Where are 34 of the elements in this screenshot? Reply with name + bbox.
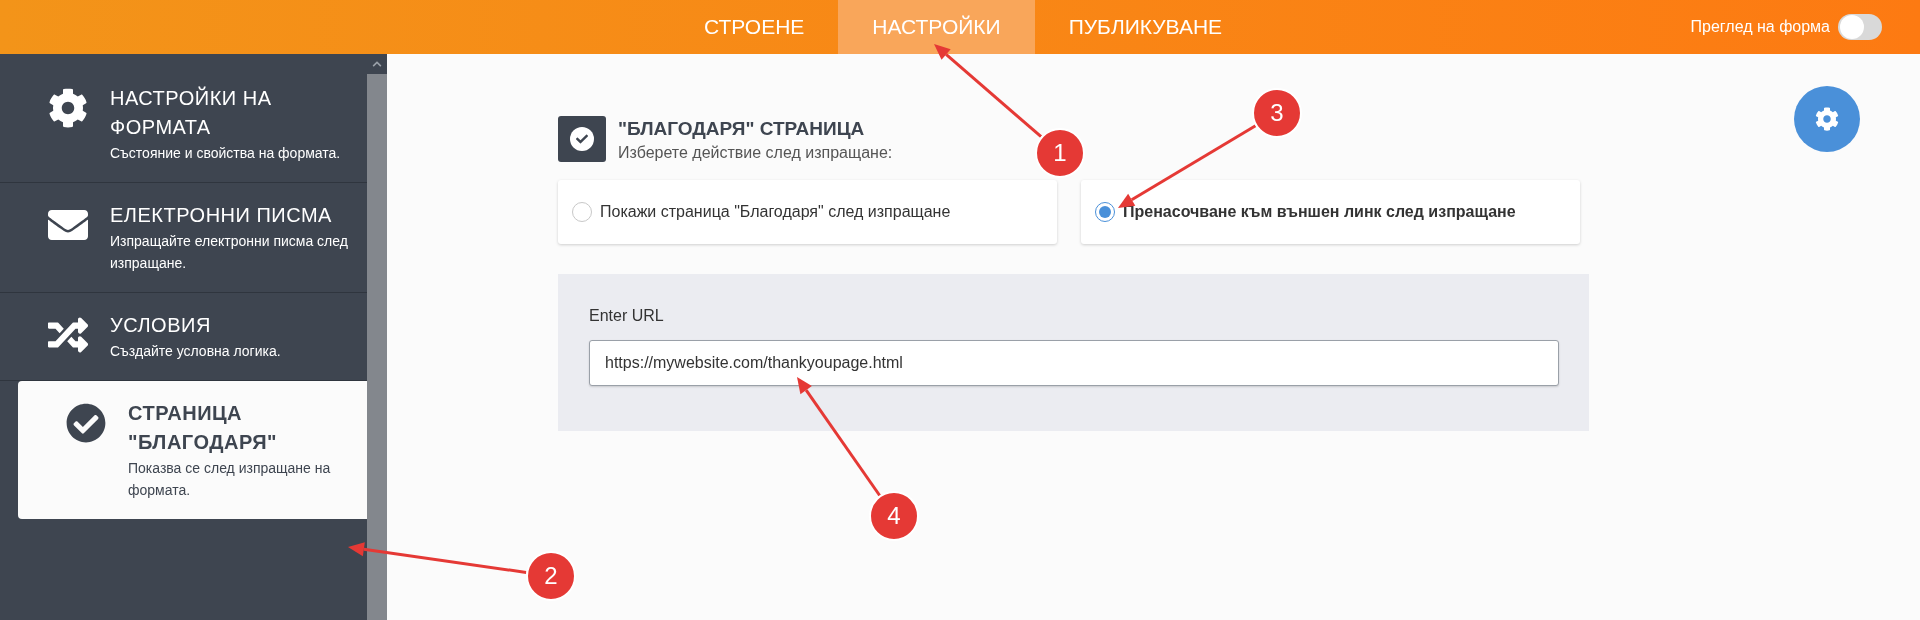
toggle-label: Преглед на форма <box>1690 17 1830 37</box>
sidebar-item-subtitle: Състояние и свойства на формата. <box>110 144 342 163</box>
sidebar-item-title: ЕЛЕКТРОННИ ПИСМА <box>110 203 333 228</box>
field-label: Enter URL <box>589 306 665 326</box>
annotation-number: 2 <box>526 551 576 601</box>
url-input-field[interactable]: https://mywebsite.com/thankyoupage.html <box>589 340 1559 386</box>
radio-option[interactable]: Покажи страница "Благодаря" след изпращане <box>558 180 1057 244</box>
sidebar-icon <box>48 88 88 128</box>
sidebar-item-title: УСЛОВИЯ <box>110 313 212 338</box>
sidebar-item-title: СТРАНИЦА "БЛАГОДАРЯ" <box>128 401 279 455</box>
sidebar-item[interactable]: СТРАНИЦА "БЛАГОДАРЯ" Показва се след изпращане на формата. <box>18 381 367 519</box>
sidebar-item-subtitle: Изпращайте електронни писма след изпращане. <box>110 232 349 273</box>
scroll-up-icon[interactable] <box>372 59 382 69</box>
sidebar-item-title: НАСТРОЙКИ НА ФОРМАТА <box>110 85 273 140</box>
sidebar-item-subtitle: Създайте условна логика. <box>110 342 281 361</box>
radio-label: Пренасочване към външен линк след изпращане <box>1123 202 1516 222</box>
radio-button[interactable] <box>572 202 592 222</box>
check-badge-icon <box>558 116 606 162</box>
preview-toggle[interactable] <box>1838 14 1882 40</box>
annotation-number: 4 <box>869 491 919 541</box>
radio-button[interactable] <box>1095 202 1115 222</box>
sidebar-item-subtitle: Показва се след изпращане на формата. <box>128 459 332 500</box>
sidebar-item[interactable]: НАСТРОЙКИ НА ФОРМАТА Състояние и свойства на формата. <box>0 66 367 183</box>
scrollbar[interactable] <box>367 54 387 620</box>
annotation-number: 3 <box>1252 88 1302 138</box>
radio-option[interactable]: Пренасочване към външен линк след изпращане <box>1081 180 1580 244</box>
annotation-number: 1 <box>1035 128 1085 178</box>
sidebar-icon <box>48 315 88 355</box>
sidebar-icon <box>66 403 106 443</box>
section-subtitle: Изберете действие след изпращане: <box>618 143 893 163</box>
radio-label: Покажи страница "Благодаря" след изпращане <box>600 202 951 222</box>
section-title: "БЛАГОДАРЯ" СТРАНИЦА <box>618 117 866 141</box>
sidebar-item[interactable]: ЕЛЕКТРОННИ ПИСМА Изпращайте електронни писма след изпращане. <box>0 183 367 293</box>
settings-icon <box>1815 107 1839 131</box>
